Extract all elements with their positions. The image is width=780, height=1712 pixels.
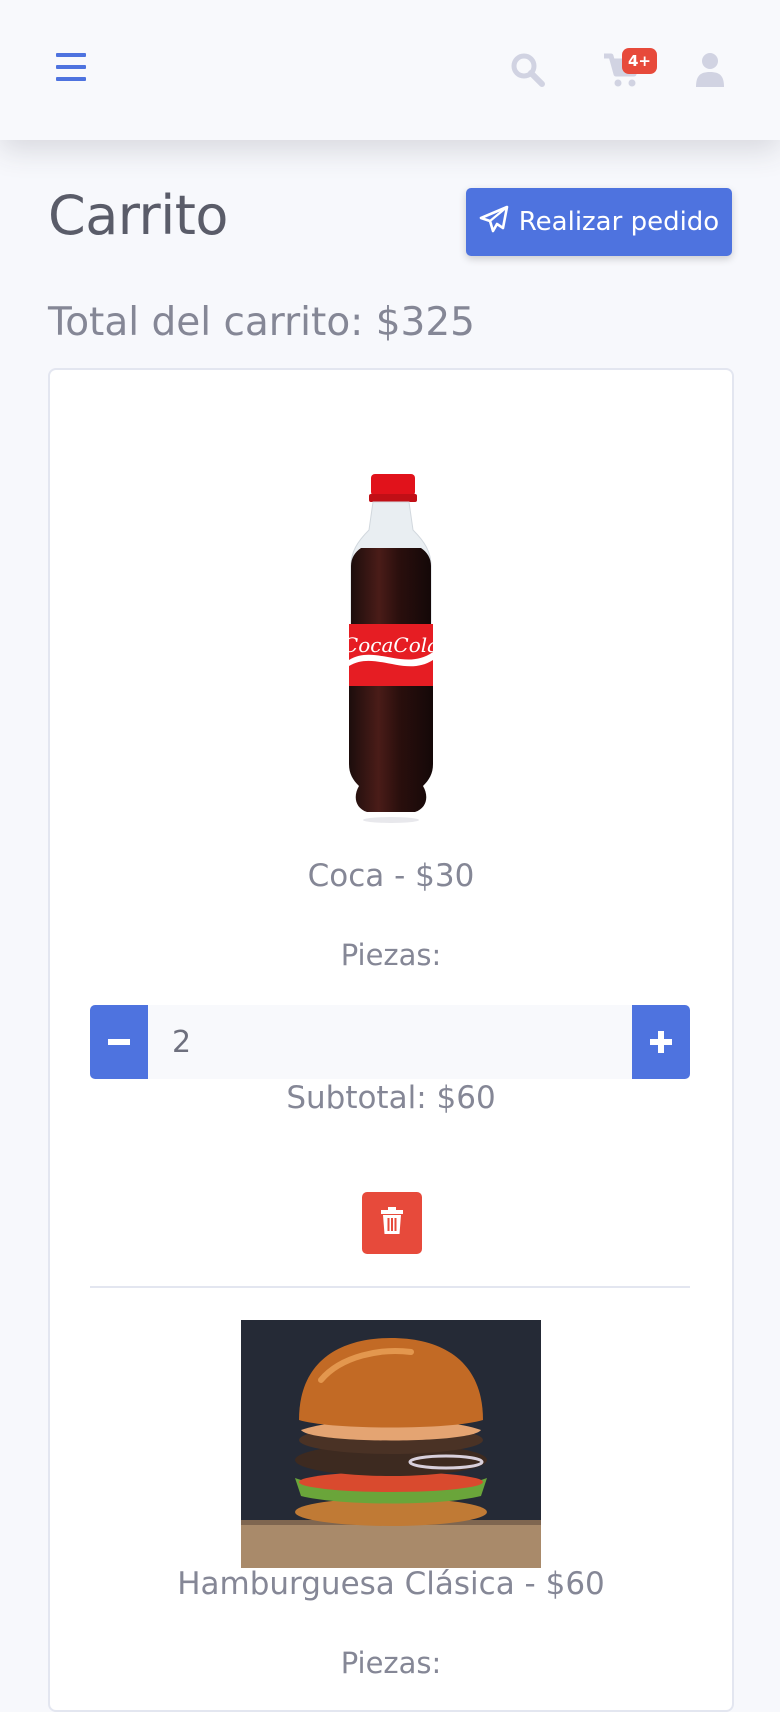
product-title: Hamburguesa Clásica - $60 (177, 1566, 605, 1602)
delete-item-button[interactable] (362, 1192, 422, 1254)
trash-icon (380, 1207, 404, 1239)
user-icon[interactable] (694, 52, 726, 88)
decrease-quantity-button[interactable] (90, 1005, 148, 1079)
place-order-button[interactable]: Realizar pedido (466, 188, 732, 256)
item-divider (90, 1286, 690, 1288)
cart-total: Total del carrito: $325 (48, 300, 475, 345)
pieces-label: Piezas: (340, 1646, 442, 1680)
quantity-stepper (90, 1005, 690, 1079)
product-title: Coca - $30 (307, 858, 475, 894)
quantity-input[interactable] (148, 1005, 632, 1079)
burger-image (241, 1320, 541, 1568)
increase-quantity-button[interactable] (632, 1005, 690, 1079)
cart-items-card: CocaCola Coca - $30 Piezas: Subtotal: $6… (48, 368, 734, 1712)
pieces-label: Piezas: (340, 938, 442, 972)
paper-plane-icon (479, 205, 509, 240)
item-subtotal: Subtotal: $60 (286, 1080, 496, 1116)
page-title: Carrito (48, 184, 228, 247)
soda-bottle-image: CocaCola (335, 474, 447, 826)
cart-count-badge: 4+ (622, 48, 657, 74)
search-icon[interactable] (510, 52, 546, 88)
svg-text:CocaCola: CocaCola (343, 633, 439, 657)
place-order-label: Realizar pedido (518, 207, 720, 237)
hamburger-icon[interactable] (56, 53, 88, 81)
top-navbar: 4+ (0, 0, 780, 140)
